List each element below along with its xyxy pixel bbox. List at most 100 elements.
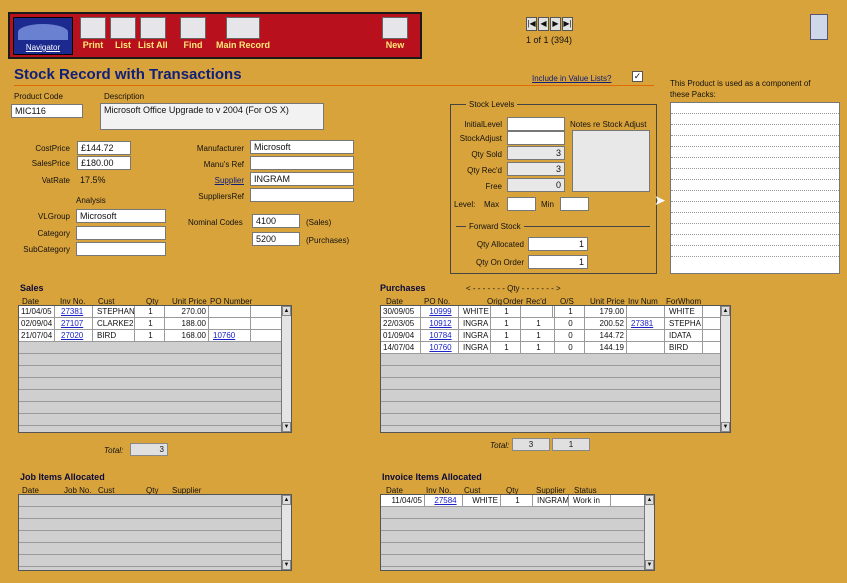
- qty-on-order-field: 1: [528, 255, 588, 269]
- nominal-purchases-field[interactable]: 5200: [252, 232, 300, 246]
- empty-row: [381, 366, 730, 378]
- include-checkbox[interactable]: ✓: [632, 71, 643, 82]
- first-record-icon[interactable]: |◀: [526, 17, 537, 31]
- sales-inv-link[interactable]: 27107: [59, 318, 93, 329]
- scroll-up-icon[interactable]: ▲: [282, 495, 291, 505]
- sales-inv-link[interactable]: 27381: [59, 306, 93, 317]
- main-record-button[interactable]: Main Record: [216, 17, 270, 50]
- navigator-button[interactable]: Navigator: [13, 17, 73, 55]
- level-max-field[interactable]: [507, 197, 536, 211]
- empty-row: [19, 354, 291, 366]
- last-record-icon[interactable]: ▶|: [562, 17, 573, 31]
- manufacturer-field[interactable]: Microsoft: [250, 140, 354, 154]
- purch-po-link[interactable]: 10999: [423, 306, 459, 317]
- sales-po-link[interactable]: 10760: [211, 330, 251, 341]
- purch-inv-link[interactable]: 27381: [629, 318, 665, 329]
- scroll-down-icon[interactable]: ▼: [282, 560, 291, 570]
- purch-inv-link[interactable]: [629, 342, 665, 353]
- qty-recd-label: Qty Rec'd: [467, 166, 502, 175]
- purch-price: 144.19: [587, 342, 627, 353]
- invoice-items-scrollbar[interactable]: ▲ ▼: [644, 495, 654, 570]
- packs-row: [671, 180, 839, 191]
- table-row[interactable]: 11/04/05 27584 WHITE 1 INGRAM Work in: [381, 495, 654, 507]
- vl-group-field[interactable]: Microsoft: [76, 209, 166, 223]
- purchases-scrollbar[interactable]: ▲ ▼: [720, 306, 730, 432]
- purch-supplier: INGRA: [461, 342, 491, 353]
- level-min-field[interactable]: [560, 197, 589, 211]
- product-code-field[interactable]: MIC116: [11, 104, 83, 118]
- notes-stock-adjust-field[interactable]: [572, 130, 650, 192]
- table-row[interactable]: 01/09/04 10784 INGRA 1 1 0 144.72 IDATA: [381, 330, 730, 342]
- nominal-sales-field[interactable]: 4100: [252, 214, 300, 228]
- table-row[interactable]: 11/04/05 27381 STEPHAN 1 270.00: [19, 306, 291, 318]
- job-items-grid[interactable]: ▲ ▼: [18, 494, 292, 571]
- empty-row: [381, 507, 654, 519]
- supplier-field[interactable]: INGRAM: [250, 172, 354, 186]
- sales-qty: 1: [137, 318, 165, 329]
- list-all-button[interactable]: List All: [138, 17, 168, 50]
- purch-po-link[interactable]: 10912: [423, 318, 459, 329]
- notes-stock-adjust-label: Notes re Stock Adjust: [570, 120, 647, 129]
- empty-row: [19, 402, 291, 414]
- purch-po-link[interactable]: 10784: [423, 330, 459, 341]
- initial-level-field[interactable]: [507, 117, 565, 131]
- subcategory-field[interactable]: [76, 242, 166, 256]
- sales-date: 21/07/04: [19, 330, 55, 341]
- empty-row: [19, 390, 291, 402]
- stock-adjust-field[interactable]: [507, 131, 565, 145]
- supplier-link[interactable]: Supplier: [180, 176, 244, 185]
- table-row[interactable]: 02/09/04 27107 CLARKE2 1 188.00: [19, 318, 291, 330]
- purch-os: 0: [557, 342, 585, 353]
- suppliers-ref-field[interactable]: [250, 188, 354, 202]
- invoice-items-grid[interactable]: 11/04/05 27584 WHITE 1 INGRAM Work in ▲ ▼: [380, 494, 655, 571]
- scroll-up-icon[interactable]: ▲: [282, 306, 291, 316]
- find-button[interactable]: Find: [180, 17, 206, 50]
- table-row[interactable]: 21/07/04 27020 BIRD 1 168.00 10760: [19, 330, 291, 342]
- purch-po-link[interactable]: 10760: [423, 342, 459, 353]
- inv-cust: WHITE: [465, 495, 501, 506]
- purch-date: 14/07/04: [381, 342, 421, 353]
- new-button[interactable]: New: [382, 17, 408, 50]
- subcategory-label: SubCategory: [23, 245, 70, 254]
- empty-row: [19, 519, 291, 531]
- sales-grid[interactable]: 11/04/05 27381 STEPHAN 1 270.00 02/09/04…: [18, 305, 292, 433]
- purch-supplier: WHITE: [461, 306, 491, 317]
- toolbar: Navigator Print List List All Find Main …: [8, 12, 422, 59]
- sales-inv-link[interactable]: 27020: [59, 330, 93, 341]
- prev-record-icon[interactable]: ◀: [538, 17, 549, 31]
- table-row[interactable]: 30/09/05 10999 WHITE 1 1 179.00 WHITE: [381, 306, 730, 318]
- purch-inv-link[interactable]: [629, 306, 665, 317]
- description-field[interactable]: Microsoft Office Upgrade to v 2004 (For …: [100, 103, 324, 130]
- job-items-scrollbar[interactable]: ▲ ▼: [281, 495, 291, 570]
- purchases-grid[interactable]: 30/09/05 10999 WHITE 1 1 179.00 WHITE 22…: [380, 305, 731, 433]
- sales-scrollbar[interactable]: ▲ ▼: [281, 306, 291, 432]
- calculator-icon[interactable]: [810, 14, 828, 40]
- cost-price-field[interactable]: £144.72: [77, 141, 131, 155]
- sales-qty: 1: [137, 330, 165, 341]
- purch-recd: 1: [523, 330, 555, 341]
- category-field[interactable]: [76, 226, 166, 240]
- scroll-down-icon[interactable]: ▼: [721, 422, 730, 432]
- next-record-icon[interactable]: ▶: [550, 17, 561, 31]
- sales-heading: Sales: [20, 283, 44, 293]
- purch-os: 1: [557, 306, 585, 317]
- scroll-down-icon[interactable]: ▼: [282, 422, 291, 432]
- inv-no-link[interactable]: 27584: [429, 495, 463, 506]
- sales-price-field[interactable]: £180.00: [77, 156, 131, 170]
- scroll-up-icon[interactable]: ▲: [721, 306, 730, 316]
- packs-row: [671, 158, 839, 169]
- scroll-up-icon[interactable]: ▲: [645, 495, 654, 505]
- packs-row: [671, 136, 839, 147]
- print-button[interactable]: Print: [80, 17, 106, 50]
- packs-list[interactable]: [670, 102, 840, 274]
- table-row[interactable]: 22/03/05 10912 INGRA 1 1 0 200.52 27381 …: [381, 318, 730, 330]
- packs-row: [671, 147, 839, 158]
- manu-ref-field[interactable]: [250, 156, 354, 170]
- sales-po-link[interactable]: [211, 306, 251, 317]
- list-button[interactable]: List: [110, 17, 136, 50]
- purch-inv-link[interactable]: [629, 330, 665, 341]
- table-row[interactable]: 14/07/04 10760 INGRA 1 1 0 144.19 BIRD: [381, 342, 730, 354]
- sales-po-link[interactable]: [211, 318, 251, 329]
- packs-row: [671, 202, 839, 213]
- scroll-down-icon[interactable]: ▼: [645, 560, 654, 570]
